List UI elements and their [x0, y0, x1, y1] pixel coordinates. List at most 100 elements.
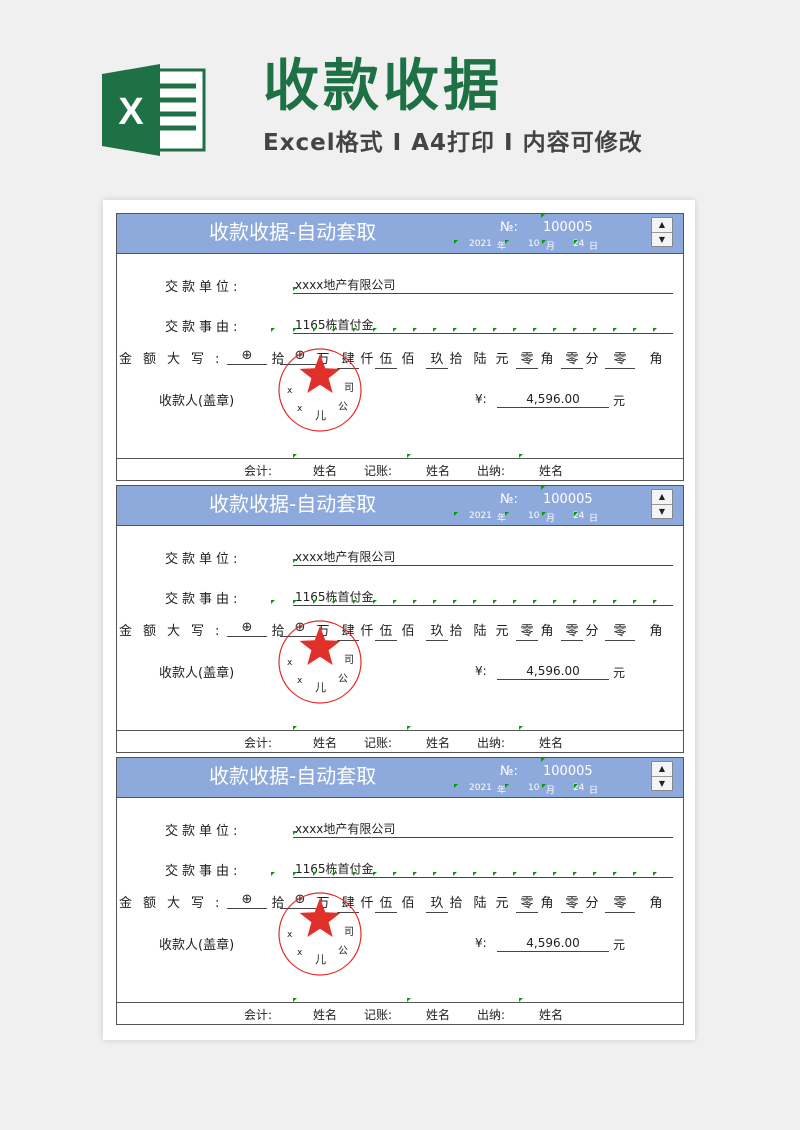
comment-marker [541, 486, 545, 490]
comment-marker [271, 328, 275, 332]
bookkeeper-name[interactable]: 姓名 [426, 734, 450, 751]
receipt-year[interactable]: 2021 [469, 239, 492, 249]
receipt-number[interactable]: 100005 [543, 220, 593, 235]
accountant-name[interactable]: 姓名 [313, 734, 337, 751]
spin-down-icon[interactable]: ▼ [652, 232, 672, 247]
bookkeeper-label: 记账: [364, 1008, 393, 1022]
comment-marker [353, 328, 357, 332]
seal-char: x [287, 930, 293, 940]
accountant-name[interactable]: 姓名 [313, 1006, 337, 1023]
spin-up-icon[interactable]: ▲ [652, 762, 672, 776]
comment-marker [293, 600, 297, 604]
currency-label: ¥: [475, 936, 487, 950]
amount-word-cell: 零 [561, 348, 583, 369]
amount-word-cell: 分 [585, 352, 599, 367]
comment-marker [553, 328, 557, 332]
receipt-form-3: 收款收据-自动套取 №: 100005 2021 年 10 月 24 日 ▲ ▼… [116, 757, 684, 1025]
amount-figure[interactable]: 4,596.00 [497, 936, 609, 952]
accountant-label: 会计: [244, 736, 273, 750]
comment-marker [333, 600, 337, 604]
comment-marker [473, 600, 477, 604]
comment-marker [271, 600, 275, 604]
amount-word-cell: 零 [516, 892, 538, 913]
seal-char: x [287, 386, 293, 396]
month-unit: 月 [546, 242, 556, 252]
comment-marker [393, 600, 397, 604]
comment-marker [519, 726, 523, 730]
amount-figure[interactable]: 4,596.00 [497, 664, 609, 680]
comment-marker [513, 872, 517, 876]
comment-marker [553, 600, 557, 604]
amount-word-cell: 玖 [426, 348, 448, 369]
comment-marker [313, 328, 317, 332]
amount-figure[interactable]: 4,596.00 [497, 392, 609, 408]
receipt-form-1: 收款收据-自动套取 №: 100005 2021 年 10 月 24 日 ▲ ▼… [116, 213, 684, 481]
amount-word-cell: 分 [585, 896, 599, 911]
payer-value[interactable]: xxxx地产有限公司 [295, 276, 395, 293]
payer-label: 交款单位: [165, 824, 242, 839]
number-spinner[interactable]: ▲ ▼ [651, 761, 673, 791]
receipt-title: 收款收据-自动套取 [209, 492, 377, 516]
comment-marker [293, 287, 297, 291]
comment-marker [519, 998, 523, 1002]
receipt-year[interactable]: 2021 [469, 783, 492, 793]
amount-word-cell: 角 [649, 896, 663, 911]
reason-underline [293, 605, 673, 606]
comment-marker [413, 872, 417, 876]
seal-char: x [297, 404, 303, 414]
receipt-number[interactable]: 100005 [543, 492, 593, 507]
cashier-name[interactable]: 姓名 [539, 1006, 563, 1023]
payer-value[interactable]: xxxx地产有限公司 [295, 548, 395, 565]
day-unit: 日 [589, 242, 599, 252]
payer-label: 交款单位: [165, 280, 242, 295]
spin-down-icon[interactable]: ▼ [652, 776, 672, 791]
receipt-month[interactable]: 10 [528, 511, 539, 521]
bookkeeper-label: 记账: [364, 464, 393, 478]
cashier-name[interactable]: 姓名 [539, 734, 563, 751]
cashier-name[interactable]: 姓名 [539, 462, 563, 479]
receipt-header: 收款收据-自动套取 №: 100005 2021 年 10 月 24 日 ▲ ▼ [117, 758, 683, 798]
comment-marker [574, 240, 578, 244]
cashier-label: 出纳: [477, 464, 506, 478]
currency-label: ¥: [475, 664, 487, 678]
spin-up-icon[interactable]: ▲ [652, 490, 672, 504]
comment-marker [633, 600, 637, 604]
amount-word-cell: 零 [516, 348, 538, 369]
number-spinner[interactable]: ▲ ▼ [651, 489, 673, 519]
comment-marker [542, 512, 546, 516]
seal-char: 公 [338, 946, 348, 957]
bookkeeper-name[interactable]: 姓名 [426, 1006, 450, 1023]
spin-up-icon[interactable]: ▲ [652, 218, 672, 232]
comment-marker [373, 872, 377, 876]
comment-marker [633, 872, 637, 876]
comment-marker [413, 600, 417, 604]
accountant-label: 会计: [244, 464, 273, 478]
seal-char: 公 [338, 402, 348, 413]
amount-word-cell: 角 [649, 624, 663, 639]
comment-marker [453, 872, 457, 876]
seal-star-icon [299, 626, 341, 665]
accountant-name[interactable]: 姓名 [313, 462, 337, 479]
comment-marker [293, 559, 297, 563]
number-spinner[interactable]: ▲ ▼ [651, 217, 673, 247]
comment-marker [473, 872, 477, 876]
payer-value[interactable]: xxxx地产有限公司 [295, 820, 395, 837]
bookkeeper-name[interactable]: 姓名 [426, 462, 450, 479]
comment-marker [533, 328, 537, 332]
comment-marker [313, 600, 317, 604]
receipt-month[interactable]: 10 [528, 239, 539, 249]
excel-logo-icon: X [102, 64, 206, 156]
seal-char: 公 [338, 674, 348, 685]
comment-marker [453, 600, 457, 604]
receipt-year[interactable]: 2021 [469, 511, 492, 521]
spin-down-icon[interactable]: ▼ [652, 504, 672, 519]
amount-unit: 元 [613, 666, 626, 680]
comment-marker [353, 600, 357, 604]
amount-word-cell: 零 [605, 892, 635, 913]
amount-unit: 元 [613, 938, 626, 952]
receipt-month[interactable]: 10 [528, 783, 539, 793]
comment-marker [433, 328, 437, 332]
cashier-label: 出纳: [477, 736, 506, 750]
receipt-header: 收款收据-自动套取 №: 100005 2021 年 10 月 24 日 ▲ ▼ [117, 214, 683, 254]
receipt-number[interactable]: 100005 [543, 764, 593, 779]
